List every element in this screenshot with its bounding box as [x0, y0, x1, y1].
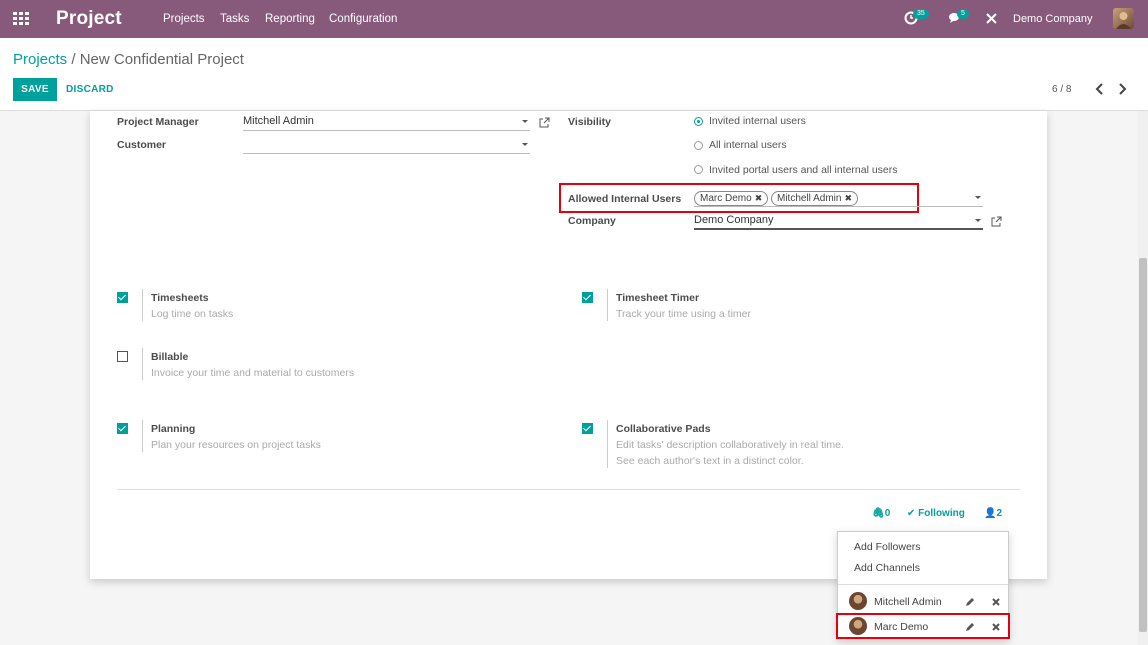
edit-pencil-icon[interactable]	[965, 597, 975, 607]
chevron-down-icon[interactable]	[975, 196, 981, 199]
remove-tag-icon[interactable]: ✖	[755, 193, 763, 203]
check-icon: ✔	[907, 508, 916, 519]
following-label: Following	[918, 508, 965, 519]
customer-label: Customer	[117, 139, 167, 151]
chevron-down-icon[interactable]	[975, 219, 981, 222]
external-link-icon[interactable]	[991, 216, 1002, 227]
tag-label: Marc Demo	[700, 193, 752, 204]
billable-checkbox[interactable]	[117, 351, 128, 362]
divider	[607, 420, 608, 468]
radio-label-portal-and-internal[interactable]: Invited portal users and all internal us…	[709, 164, 898, 176]
collaborative-pads-desc: Edit tasks' description collaboratively …	[616, 439, 844, 451]
planning-title: Planning	[151, 423, 196, 435]
project-manager-value: Mitchell Admin	[243, 115, 314, 127]
control-panel: Projects / New Confidential Project SAVE…	[0, 38, 1148, 111]
visibility-label: Visibility	[568, 116, 611, 128]
divider	[142, 348, 143, 380]
company-switcher[interactable]: Demo Company	[1013, 13, 1092, 25]
company-field[interactable]: Demo Company	[694, 212, 983, 230]
add-channels-item[interactable]: Add Channels	[854, 562, 920, 574]
breadcrumb-separator: /	[71, 51, 76, 68]
radio-invited-internal[interactable]	[694, 117, 703, 126]
company-value: Demo Company	[694, 214, 774, 226]
project-manager-field[interactable]: Mitchell Admin	[243, 113, 530, 131]
radio-portal-and-internal[interactable]	[694, 165, 703, 174]
divider	[142, 289, 143, 321]
attachments-count: 0	[884, 508, 891, 519]
form-sheet: Project Manager Mitchell Admin Customer …	[90, 111, 1047, 579]
paperclip-icon: 🖇	[872, 508, 885, 519]
remove-follower-icon[interactable]	[991, 597, 1001, 607]
followers-button[interactable]: 👤2	[984, 508, 1002, 519]
pager-value[interactable]: 6 / 8	[1052, 84, 1071, 95]
divider	[142, 420, 143, 452]
pager-prev-icon[interactable]	[1093, 81, 1107, 97]
followers-dropdown: Add Followers Add Channels Mitchell Admi…	[836, 531, 1010, 639]
edit-pencil-icon[interactable]	[965, 622, 975, 632]
radio-label-all-internal[interactable]: All internal users	[709, 139, 787, 151]
save-button[interactable]: SAVE	[13, 78, 57, 101]
follower-marc-demo[interactable]: Marc Demo	[874, 621, 928, 633]
user-icon: 👤	[984, 508, 997, 519]
collaborative-pads-title: Collaborative Pads	[616, 423, 711, 435]
collaborative-pads-checkbox[interactable]	[582, 423, 593, 434]
discard-button[interactable]: DISCARD	[66, 78, 114, 101]
follower-avatar	[849, 592, 867, 610]
attachments-button[interactable]: 🖇0	[872, 508, 890, 519]
allowed-users-label: Allowed Internal Users	[568, 193, 682, 205]
billable-desc: Invoice your time and material to custom…	[151, 367, 355, 379]
user-avatar[interactable]	[1113, 8, 1134, 29]
remove-follower-icon[interactable]	[991, 622, 1001, 632]
close-icon[interactable]	[986, 13, 1000, 27]
following-button[interactable]: ✔ Following	[907, 508, 965, 519]
menu-reporting[interactable]: Reporting	[265, 13, 315, 25]
breadcrumb-current: New Confidential Project	[79, 51, 244, 68]
planning-checkbox[interactable]	[117, 423, 128, 434]
radio-label-invited-internal[interactable]: Invited internal users	[709, 115, 806, 127]
tag-label: Mitchell Admin	[777, 193, 842, 204]
dropdown-separator	[838, 584, 1008, 585]
chevron-down-icon[interactable]	[522, 143, 528, 146]
timesheets-desc: Log time on tasks	[151, 308, 234, 320]
divider	[607, 289, 608, 321]
timesheet-timer-title: Timesheet Timer	[616, 292, 700, 304]
tag-marc-demo[interactable]: Marc Demo ✖	[694, 191, 769, 206]
radio-all-internal[interactable]	[694, 141, 703, 150]
project-manager-label: Project Manager	[117, 116, 199, 128]
scrollbar-thumb[interactable]	[1139, 258, 1147, 632]
billable-title: Billable	[151, 351, 189, 363]
planning-desc: Plan your resources on project tasks	[151, 439, 321, 451]
tag-mitchell-admin[interactable]: Mitchell Admin ✖	[771, 191, 859, 206]
pager-next-icon[interactable]	[1115, 81, 1129, 97]
add-followers-item[interactable]: Add Followers	[854, 541, 921, 553]
activity-badge: 35	[913, 9, 929, 19]
timesheets-title: Timesheets	[151, 292, 209, 304]
company-label: Company	[568, 215, 616, 227]
breadcrumb: Projects / New Confidential Project	[13, 51, 244, 68]
top-navbar: Project Projects Tasks Reporting Configu…	[0, 0, 1148, 38]
menu-tasks[interactable]: Tasks	[220, 13, 249, 25]
follower-avatar	[849, 617, 867, 635]
followers-count: 2	[996, 508, 1003, 519]
timesheet-timer-desc: Track your time using a timer	[616, 308, 751, 320]
external-link-icon[interactable]	[539, 117, 550, 128]
customer-field[interactable]	[243, 136, 530, 154]
app-brand[interactable]: Project	[56, 8, 122, 30]
timesheets-checkbox[interactable]	[117, 292, 128, 303]
menu-configuration[interactable]: Configuration	[329, 13, 397, 25]
messages-badge: 5	[957, 9, 969, 19]
chatter-divider	[117, 489, 1020, 490]
remove-tag-icon[interactable]: ✖	[844, 193, 852, 203]
collaborative-pads-desc-2: See each author's text in a distinct col…	[616, 455, 804, 467]
timesheet-timer-checkbox[interactable]	[582, 292, 593, 303]
chevron-down-icon[interactable]	[522, 120, 528, 123]
breadcrumb-projects[interactable]: Projects	[13, 51, 67, 68]
menu-projects[interactable]: Projects	[163, 13, 205, 25]
apps-menu-icon[interactable]	[13, 12, 29, 26]
follower-mitchell-admin[interactable]: Mitchell Admin	[874, 596, 942, 608]
